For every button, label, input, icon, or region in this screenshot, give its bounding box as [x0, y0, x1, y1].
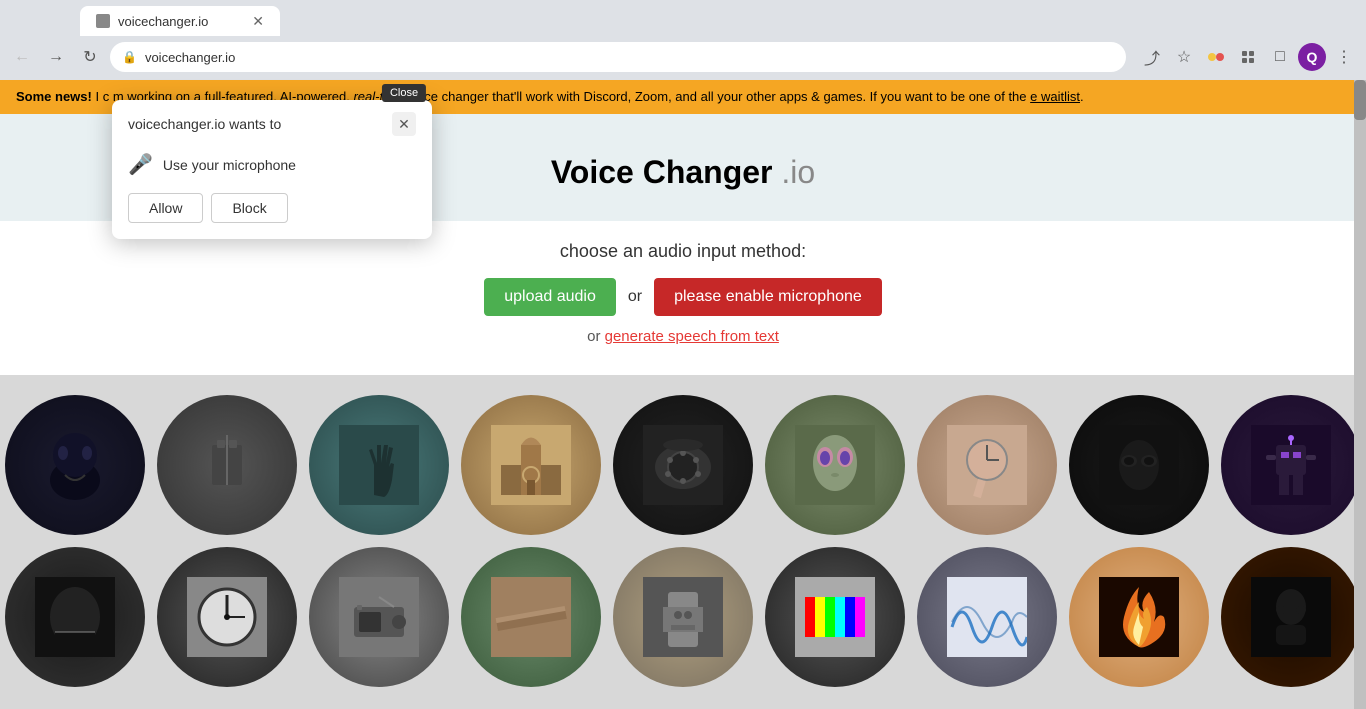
thumbnail-wooden-plank[interactable]	[461, 547, 601, 687]
news-prefix: Some news!	[16, 89, 92, 104]
thumbnail-dalek[interactable]	[613, 547, 753, 687]
bookmark-button[interactable]: ☆	[1170, 43, 1198, 71]
upload-audio-button[interactable]: upload audio	[484, 278, 616, 316]
tab-title: voicechanger.io	[118, 14, 208, 29]
audio-input-section: choose an audio input method: upload aud…	[0, 221, 1366, 375]
extensions-button[interactable]	[1234, 43, 1262, 71]
thumbnail-film-equipment[interactable]	[157, 395, 297, 535]
forward-button[interactable]: →	[42, 43, 70, 71]
enable-microphone-button[interactable]: please enable microphone	[654, 278, 882, 316]
window-button[interactable]: □	[1266, 43, 1294, 71]
thumbnails-row-2	[20, 547, 1346, 687]
dialog-actions: Allow Block	[112, 193, 432, 223]
browser-tab[interactable]: voicechanger.io ✕	[80, 6, 280, 36]
url-text: voicechanger.io	[145, 50, 1114, 65]
toolbar-icons: ⤴ ☆	[1138, 43, 1358, 71]
close-icon: ✕	[398, 116, 410, 133]
thumbnail-tv-test-card[interactable]	[765, 547, 905, 687]
thumbnail-rotary-phone[interactable]	[613, 395, 753, 535]
block-button[interactable]: Block	[211, 193, 287, 223]
audio-buttons-row: upload audio or please enable microphone	[0, 278, 1366, 316]
thumbnail-dark-alien[interactable]	[1069, 395, 1209, 535]
dialog-header: voicechanger.io wants to ✕ Close	[112, 100, 432, 144]
thumbnail-alien[interactable]	[765, 395, 905, 535]
permission-dialog: voicechanger.io wants to ✕ Close 🎤 Use y…	[112, 100, 432, 239]
multicolor-icon[interactable]	[1202, 43, 1230, 71]
thumbnail-wave-pattern[interactable]	[917, 547, 1057, 687]
waitlist-link[interactable]: e waitlist	[1030, 89, 1080, 104]
address-bar[interactable]: 🔒 voicechanger.io	[110, 42, 1126, 72]
menu-button[interactable]: ⋮	[1330, 43, 1358, 71]
thumbnail-clock[interactable]	[157, 547, 297, 687]
dialog-permission-row: 🎤 Use your microphone	[112, 144, 432, 193]
thumbnail-shadow-hand[interactable]	[309, 395, 449, 535]
back-button[interactable]: ←	[8, 43, 36, 71]
thumbnail-melting-clock[interactable]	[917, 395, 1057, 535]
scrollbar-track[interactable]	[1354, 80, 1366, 709]
tab-favicon	[96, 14, 110, 28]
hero-title-io: .io	[781, 154, 815, 190]
generate-speech-link[interactable]: generate speech from text	[605, 328, 779, 345]
choose-text: choose an audio input method:	[0, 241, 1366, 262]
or-text-1: or	[628, 288, 642, 306]
profile-icon[interactable]: Q	[1298, 43, 1326, 71]
thumbnail-cathedral[interactable]	[461, 395, 601, 535]
thumbnails-row-1	[20, 395, 1346, 535]
tab-close-btn[interactable]: ✕	[252, 13, 264, 30]
thumbnail-dark-figure[interactable]	[1221, 547, 1361, 687]
microphone-icon: 🎤	[128, 152, 153, 177]
lock-icon: 🔒	[122, 50, 137, 64]
reload-button[interactable]: ↻	[76, 43, 104, 71]
share-button[interactable]: ⤴	[1138, 43, 1166, 71]
permission-label: Use your microphone	[163, 157, 296, 173]
hero-title-main: Voice Changer	[551, 154, 773, 190]
allow-button[interactable]: Allow	[128, 193, 203, 223]
or-text-2: or	[587, 328, 600, 345]
close-tooltip: Close	[382, 84, 426, 102]
thumbnail-fire[interactable]	[1069, 547, 1209, 687]
thumbnail-radio[interactable]	[309, 547, 449, 687]
thumbnail-robot[interactable]	[1221, 395, 1361, 535]
thumbnails-section	[0, 375, 1366, 709]
dialog-close-button[interactable]: ✕ Close	[392, 112, 416, 136]
scrollbar-thumb[interactable]	[1354, 80, 1366, 120]
dialog-title: voicechanger.io wants to	[128, 116, 281, 132]
thumbnail-masked-face[interactable]	[5, 547, 145, 687]
generate-link-wrap: or generate speech from text	[0, 328, 1366, 345]
address-bar-row: ← → ↻ 🔒 voicechanger.io ⤴ ☆	[0, 36, 1366, 80]
thumbnail-creature[interactable]	[5, 395, 145, 535]
